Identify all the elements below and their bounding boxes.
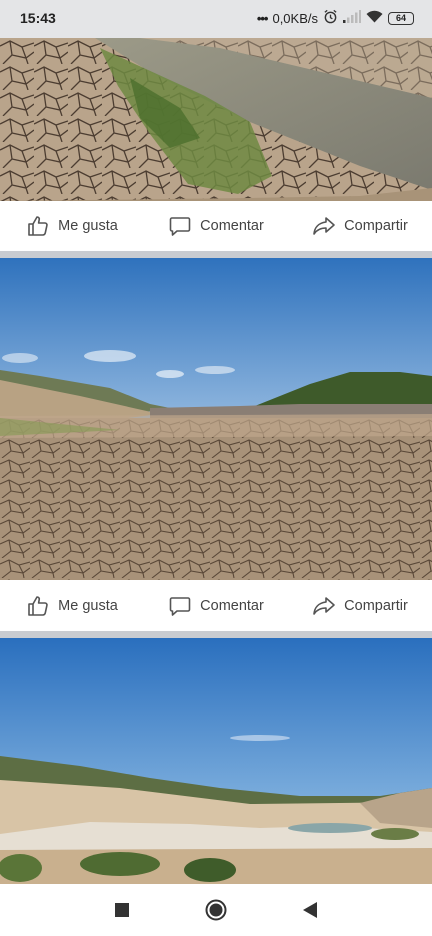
- share-button[interactable]: Compartir: [288, 594, 432, 618]
- like-label: Me gusta: [58, 598, 118, 614]
- post-actions-1: Me gusta Comentar Compartir: [0, 201, 432, 251]
- status-bar: 15:43 ••• 0,0KB/s 64: [0, 0, 432, 38]
- alarm-icon: [323, 9, 338, 27]
- post-divider: [0, 631, 432, 638]
- comment-button[interactable]: Comentar: [144, 214, 288, 238]
- comment-button[interactable]: Comentar: [144, 594, 288, 618]
- navigation-bar: [0, 884, 432, 936]
- wifi-icon: [366, 10, 383, 26]
- post-photo-2[interactable]: [0, 258, 432, 580]
- status-time: 15:43: [20, 10, 56, 26]
- share-icon: [313, 597, 335, 615]
- like-button[interactable]: Me gusta: [0, 214, 144, 238]
- post-divider: [0, 251, 432, 258]
- thumbs-up-icon: [28, 596, 48, 616]
- comment-icon: [169, 217, 191, 236]
- share-label: Compartir: [344, 218, 408, 234]
- post-photo-1[interactable]: [0, 38, 432, 201]
- like-label: Me gusta: [58, 218, 118, 234]
- network-dots: •••: [256, 10, 269, 26]
- post-actions-2: Me gusta Comentar Compartir: [0, 581, 432, 631]
- battery-icon: 64: [388, 11, 414, 25]
- thumbs-up-icon: [28, 216, 48, 236]
- share-icon: [313, 217, 335, 235]
- status-icons: ••• 0,0KB/s 64: [257, 9, 414, 27]
- comment-label: Comentar: [200, 598, 264, 614]
- network-speed: 0,0KB/s: [272, 10, 318, 26]
- back-button[interactable]: [298, 898, 322, 922]
- recent-apps-icon: [115, 903, 129, 917]
- post-photo-3[interactable]: [0, 638, 432, 884]
- back-icon: [303, 902, 317, 918]
- home-icon: [205, 899, 227, 921]
- recent-apps-button[interactable]: [110, 898, 134, 922]
- comment-label: Comentar: [200, 218, 264, 234]
- home-button[interactable]: [204, 898, 228, 922]
- share-label: Compartir: [344, 598, 408, 614]
- share-button[interactable]: Compartir: [288, 214, 432, 238]
- comment-icon: [169, 597, 191, 616]
- signal-icon: [343, 10, 361, 26]
- like-button[interactable]: Me gusta: [0, 594, 144, 618]
